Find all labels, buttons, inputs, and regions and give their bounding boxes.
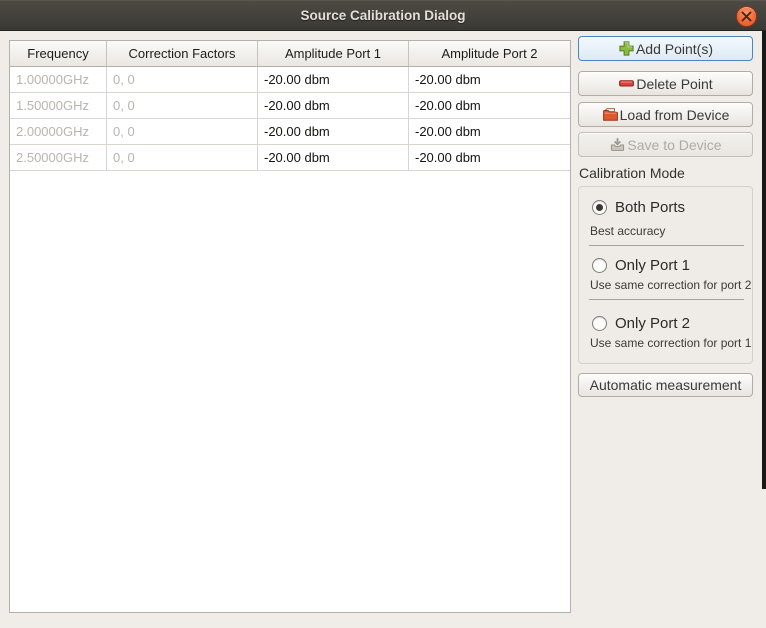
- table-cell[interactable]: -20.00 dbm: [258, 67, 409, 92]
- table-cell[interactable]: 1.00000GHz: [10, 67, 107, 92]
- titlebar[interactable]: Source Calibration Dialog: [0, 0, 766, 31]
- radio-only-port-2[interactable]: [592, 316, 607, 331]
- folder-icon: [602, 106, 619, 123]
- table-cell[interactable]: -20.00 dbm: [258, 93, 409, 118]
- window-title: Source Calibration Dialog: [300, 8, 465, 23]
- table-cell[interactable]: 2.00000GHz: [10, 119, 107, 144]
- table-cell[interactable]: 0, 0: [107, 119, 258, 144]
- table-cell[interactable]: 1.50000GHz: [10, 93, 107, 118]
- delete-point-button[interactable]: Delete Point: [578, 71, 753, 96]
- radio-both-ports[interactable]: [592, 200, 607, 215]
- close-button[interactable]: [736, 6, 757, 27]
- calibration-mode-group: Both Ports Best accuracy Only Port 1 Use…: [578, 186, 753, 364]
- radio-only-port-2-subtitle: Use same correction for port 1: [590, 336, 751, 350]
- automatic-measurement-label: Automatic measurement: [590, 377, 742, 393]
- radio-only-port-1-subtitle: Use same correction for port 2: [590, 278, 751, 292]
- background-window-edge: [762, 31, 766, 489]
- add-points-button[interactable]: Add Point(s): [578, 36, 753, 61]
- column-header-0[interactable]: Frequency: [10, 41, 107, 66]
- radio-option-both-ports[interactable]: Both Ports: [592, 199, 685, 216]
- close-icon: [741, 11, 752, 22]
- column-header-3[interactable]: Amplitude Port 2: [409, 41, 570, 66]
- table-row[interactable]: 2.00000GHz0, 0-20.00 dbm-20.00 dbm: [10, 119, 570, 145]
- load-from-device-button[interactable]: Load from Device: [578, 102, 753, 127]
- table-cell[interactable]: -20.00 dbm: [258, 119, 409, 144]
- add-points-label: Add Point(s): [636, 41, 713, 57]
- plus-icon: [618, 40, 635, 57]
- save-to-device-label: Save to Device: [627, 137, 721, 153]
- calibration-mode-label: Calibration Mode: [579, 165, 685, 181]
- table-cell[interactable]: -20.00 dbm: [409, 93, 570, 118]
- delete-point-label: Delete Point: [636, 76, 712, 92]
- table-cell[interactable]: 0, 0: [107, 93, 258, 118]
- automatic-measurement-button[interactable]: Automatic measurement: [578, 373, 753, 397]
- table-row[interactable]: 2.50000GHz0, 0-20.00 dbm-20.00 dbm: [10, 145, 570, 171]
- radio-only-port-1[interactable]: [592, 258, 607, 273]
- load-from-device-label: Load from Device: [620, 107, 730, 123]
- radio-both-ports-subtitle: Best accuracy: [590, 224, 665, 238]
- minus-icon: [618, 75, 635, 92]
- table-body: 1.00000GHz0, 0-20.00 dbm-20.00 dbm1.5000…: [10, 67, 570, 171]
- radio-option-only-port-2[interactable]: Only Port 2: [592, 315, 690, 332]
- radio-only-port-1-label: Only Port 1: [615, 257, 690, 274]
- table-cell[interactable]: -20.00 dbm: [409, 119, 570, 144]
- table-header: FrequencyCorrection FactorsAmplitude Por…: [10, 41, 570, 67]
- table-cell[interactable]: -20.00 dbm: [409, 145, 570, 170]
- save-to-device-button[interactable]: Save to Device: [578, 132, 753, 157]
- table-cell[interactable]: -20.00 dbm: [409, 67, 570, 92]
- separator: [589, 299, 744, 300]
- separator: [589, 245, 744, 246]
- table-cell[interactable]: 0, 0: [107, 67, 258, 92]
- table-cell[interactable]: 0, 0: [107, 145, 258, 170]
- calibration-points-table: FrequencyCorrection FactorsAmplitude Por…: [9, 40, 571, 613]
- radio-only-port-2-label: Only Port 2: [615, 315, 690, 332]
- table-row[interactable]: 1.00000GHz0, 0-20.00 dbm-20.00 dbm: [10, 67, 570, 93]
- column-header-2[interactable]: Amplitude Port 1: [258, 41, 409, 66]
- radio-both-ports-label: Both Ports: [615, 199, 685, 216]
- column-header-1[interactable]: Correction Factors: [107, 41, 258, 66]
- radio-option-only-port-1[interactable]: Only Port 1: [592, 257, 690, 274]
- table-cell[interactable]: 2.50000GHz: [10, 145, 107, 170]
- table-row[interactable]: 1.50000GHz0, 0-20.00 dbm-20.00 dbm: [10, 93, 570, 119]
- table-cell[interactable]: -20.00 dbm: [258, 145, 409, 170]
- save-icon: [609, 136, 626, 153]
